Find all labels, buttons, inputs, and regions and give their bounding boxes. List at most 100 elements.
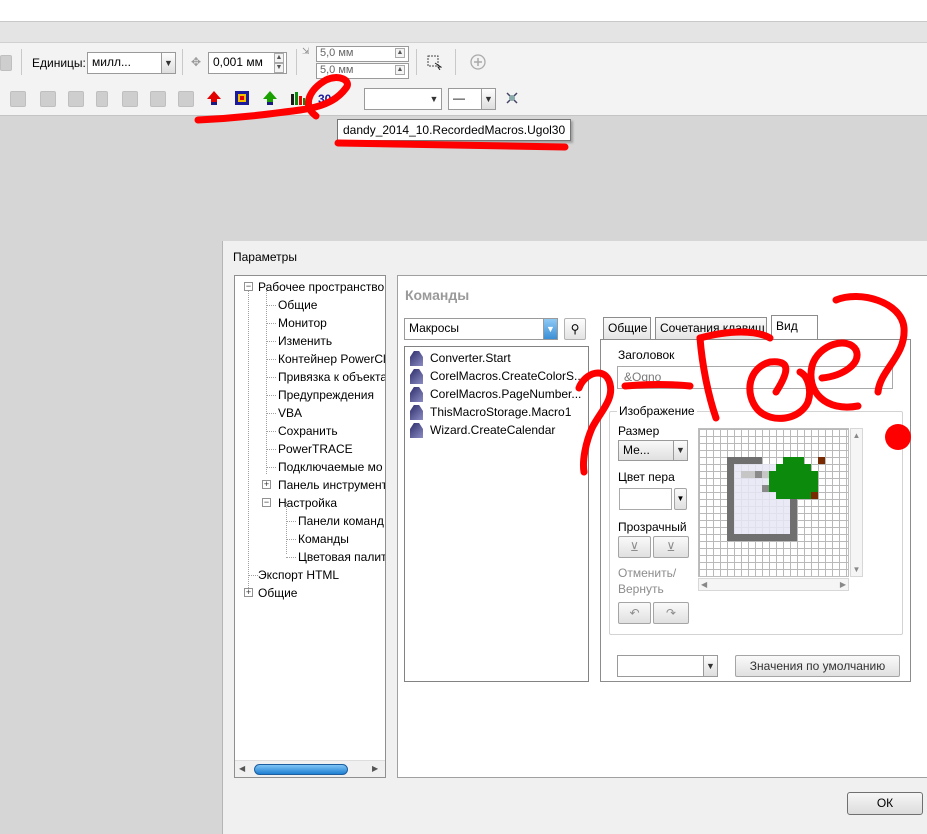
macro-arrow-red-icon[interactable] [206,90,222,106]
transparent-right-button[interactable]: ⊻ [653,536,689,558]
line-style-select[interactable]: — ▼ [448,88,496,110]
macro-frame-icon[interactable] [234,90,250,106]
tree-item-plugins[interactable]: Подключаемые мо [278,460,383,474]
tab-general[interactable]: Общие [603,317,651,339]
appearance-tab-panel: Заголовок &Ogno Изображение Размер Ме...… [600,339,911,682]
tab-shortcut-keys[interactable]: Сочетания клавиш [655,317,767,339]
chevron-down-icon[interactable]: ▼ [161,53,175,73]
expand-icon[interactable]: + [244,588,253,597]
undo-redo-label-2: Вернуть [618,582,664,596]
size-select[interactable]: Ме... ▼ [618,440,688,461]
property-bar: Единицы: милл... ▼ ✥ 0,001 мм ▲ ▼ ⇲ 5,0 … [0,42,927,82]
tree-item-vba[interactable]: VBA [278,406,302,420]
select-frame-icon[interactable] [426,54,442,70]
nudge-spin-up[interactable]: ▲ [274,53,284,63]
tree-item-customization[interactable]: Настройка [278,496,337,510]
tree-item-warnings[interactable]: Предупреждения [278,388,374,402]
chevron-down-icon[interactable]: ▼ [427,89,441,109]
dup-x-spin[interactable]: ▲ [395,48,405,58]
tree-item-powertrace[interactable]: PowerTRACE [278,442,353,456]
macro-ugol30-icon[interactable]: 30 [318,90,334,106]
tree-item-monitor[interactable]: Монитор [278,316,327,330]
options-dialog: Параметры − Рабочее пространство Общие М… [222,241,927,834]
search-binoculars-icon[interactable]: ⚲ [564,318,586,340]
align-icon[interactable] [10,91,26,107]
collapse-icon[interactable]: − [262,498,271,507]
chevron-down-icon[interactable]: ▼ [481,89,495,109]
lock-icon[interactable] [96,91,108,107]
separator [455,49,456,75]
tab-appearance[interactable]: Вид [771,315,818,339]
dup-y-value: 5,0 мм [320,64,354,76]
undo-icon[interactable]: ↶ [618,602,651,624]
pen-color-swatch[interactable] [619,488,672,510]
scroll-down-icon[interactable]: ▼ [851,565,862,574]
tree-item-document-general[interactable]: Общие [258,586,297,600]
tree-item-commands[interactable]: Команды [298,532,349,546]
transparent-left-button[interactable]: ⊻ [618,536,651,558]
scroll-up-icon[interactable]: ▲ [851,431,862,440]
nudge-icon: ✥ [191,55,202,69]
chevron-down-icon[interactable]: ▼ [703,656,717,676]
scroll-right-icon[interactable]: ▶ [840,580,846,589]
unlock-icon[interactable] [122,91,138,107]
scroll-right-icon[interactable]: ▶ [372,764,378,773]
window-gray-strip [0,22,927,42]
reset-defaults-button[interactable]: Значения по умолчанию [735,655,900,677]
macro-icon [410,351,423,366]
preset-select[interactable]: ▼ [617,655,718,677]
ok-button[interactable]: ОК [847,792,923,815]
chevron-down-icon[interactable]: ▼ [673,441,687,460]
scrollbar-thumb[interactable] [254,764,348,775]
scroll-left-icon[interactable]: ◀ [701,580,707,589]
ungroup-icon[interactable] [68,91,84,107]
break-apart-icon[interactable] [178,91,194,107]
command-category-select[interactable]: Макросы ▼ [404,318,558,340]
dialog-title: Параметры [233,250,297,264]
tree-item-workspace[interactable]: Рабочее пространство [258,280,384,294]
editor-vscroll[interactable]: ▲ ▼ [850,428,863,577]
macro-icon [410,369,423,384]
tree-line [266,323,276,324]
tree-item-powerclip[interactable]: Контейнер PowerCl [278,352,385,366]
pen-color-dropdown[interactable]: ▼ [674,488,687,510]
tree-item-export-html[interactable]: Экспорт HTML [258,568,339,582]
tree-line [266,431,276,432]
undo-redo-label: Отменить/ [618,566,677,580]
tree-scrollbar[interactable]: ◀ ▶ [235,760,385,777]
tree-item-toolbox[interactable]: Панель инструмент [278,478,385,492]
tree-item-color-palette[interactable]: Цветовая палитр [298,550,385,564]
icon-pixel-editor[interactable] [698,428,849,577]
chevron-down-icon[interactable]: ▼ [543,319,557,339]
units-select[interactable]: милл... ▼ [87,52,176,74]
tree-item-general[interactable]: Общие [278,298,317,312]
tree-item-edit[interactable]: Изменить [278,334,332,348]
tree-item-snap[interactable]: Привязка к объекта [278,370,385,384]
expand-icon[interactable]: + [262,480,271,489]
combine-icon[interactable] [150,91,166,107]
macro-arrow-green-icon[interactable] [262,90,278,106]
collapse-icon[interactable]: − [244,282,253,291]
macro-list[interactable]: Converter.Start CorelMacros.CreateColorS… [404,346,589,682]
scroll-left-icon[interactable]: ◀ [239,764,245,773]
tree-item-command-bars[interactable]: Панели команд [298,514,384,528]
tree-item-save[interactable]: Сохранить [278,424,338,438]
macro-icon [410,387,423,402]
options-tree[interactable]: − Рабочее пространство Общие Монитор Изм… [234,275,386,778]
editor-hscroll[interactable]: ◀ ▶ [698,578,849,591]
heading-field[interactable]: &Ogno [617,366,893,389]
macro-toolbar: 30 ▼ — ▼ [0,82,927,116]
add-icon[interactable] [470,54,486,70]
nudge-spin-down[interactable]: ▼ [274,63,284,73]
macro-bars-icon[interactable] [290,90,306,106]
group-icon[interactable] [40,91,56,107]
layout-icon[interactable] [0,55,12,71]
macro-icon [410,405,423,420]
commands-panel: Команды Макросы ▼ ⚲ Converter.Start Core… [397,275,927,778]
dup-y-spin[interactable]: ▲ [395,65,405,75]
redo-icon[interactable]: ↷ [653,602,689,624]
wrap-icon[interactable] [504,90,520,106]
size-label: Размер [618,424,660,438]
outline-width-select[interactable]: ▼ [364,88,442,110]
size-value: Ме... [623,443,650,457]
